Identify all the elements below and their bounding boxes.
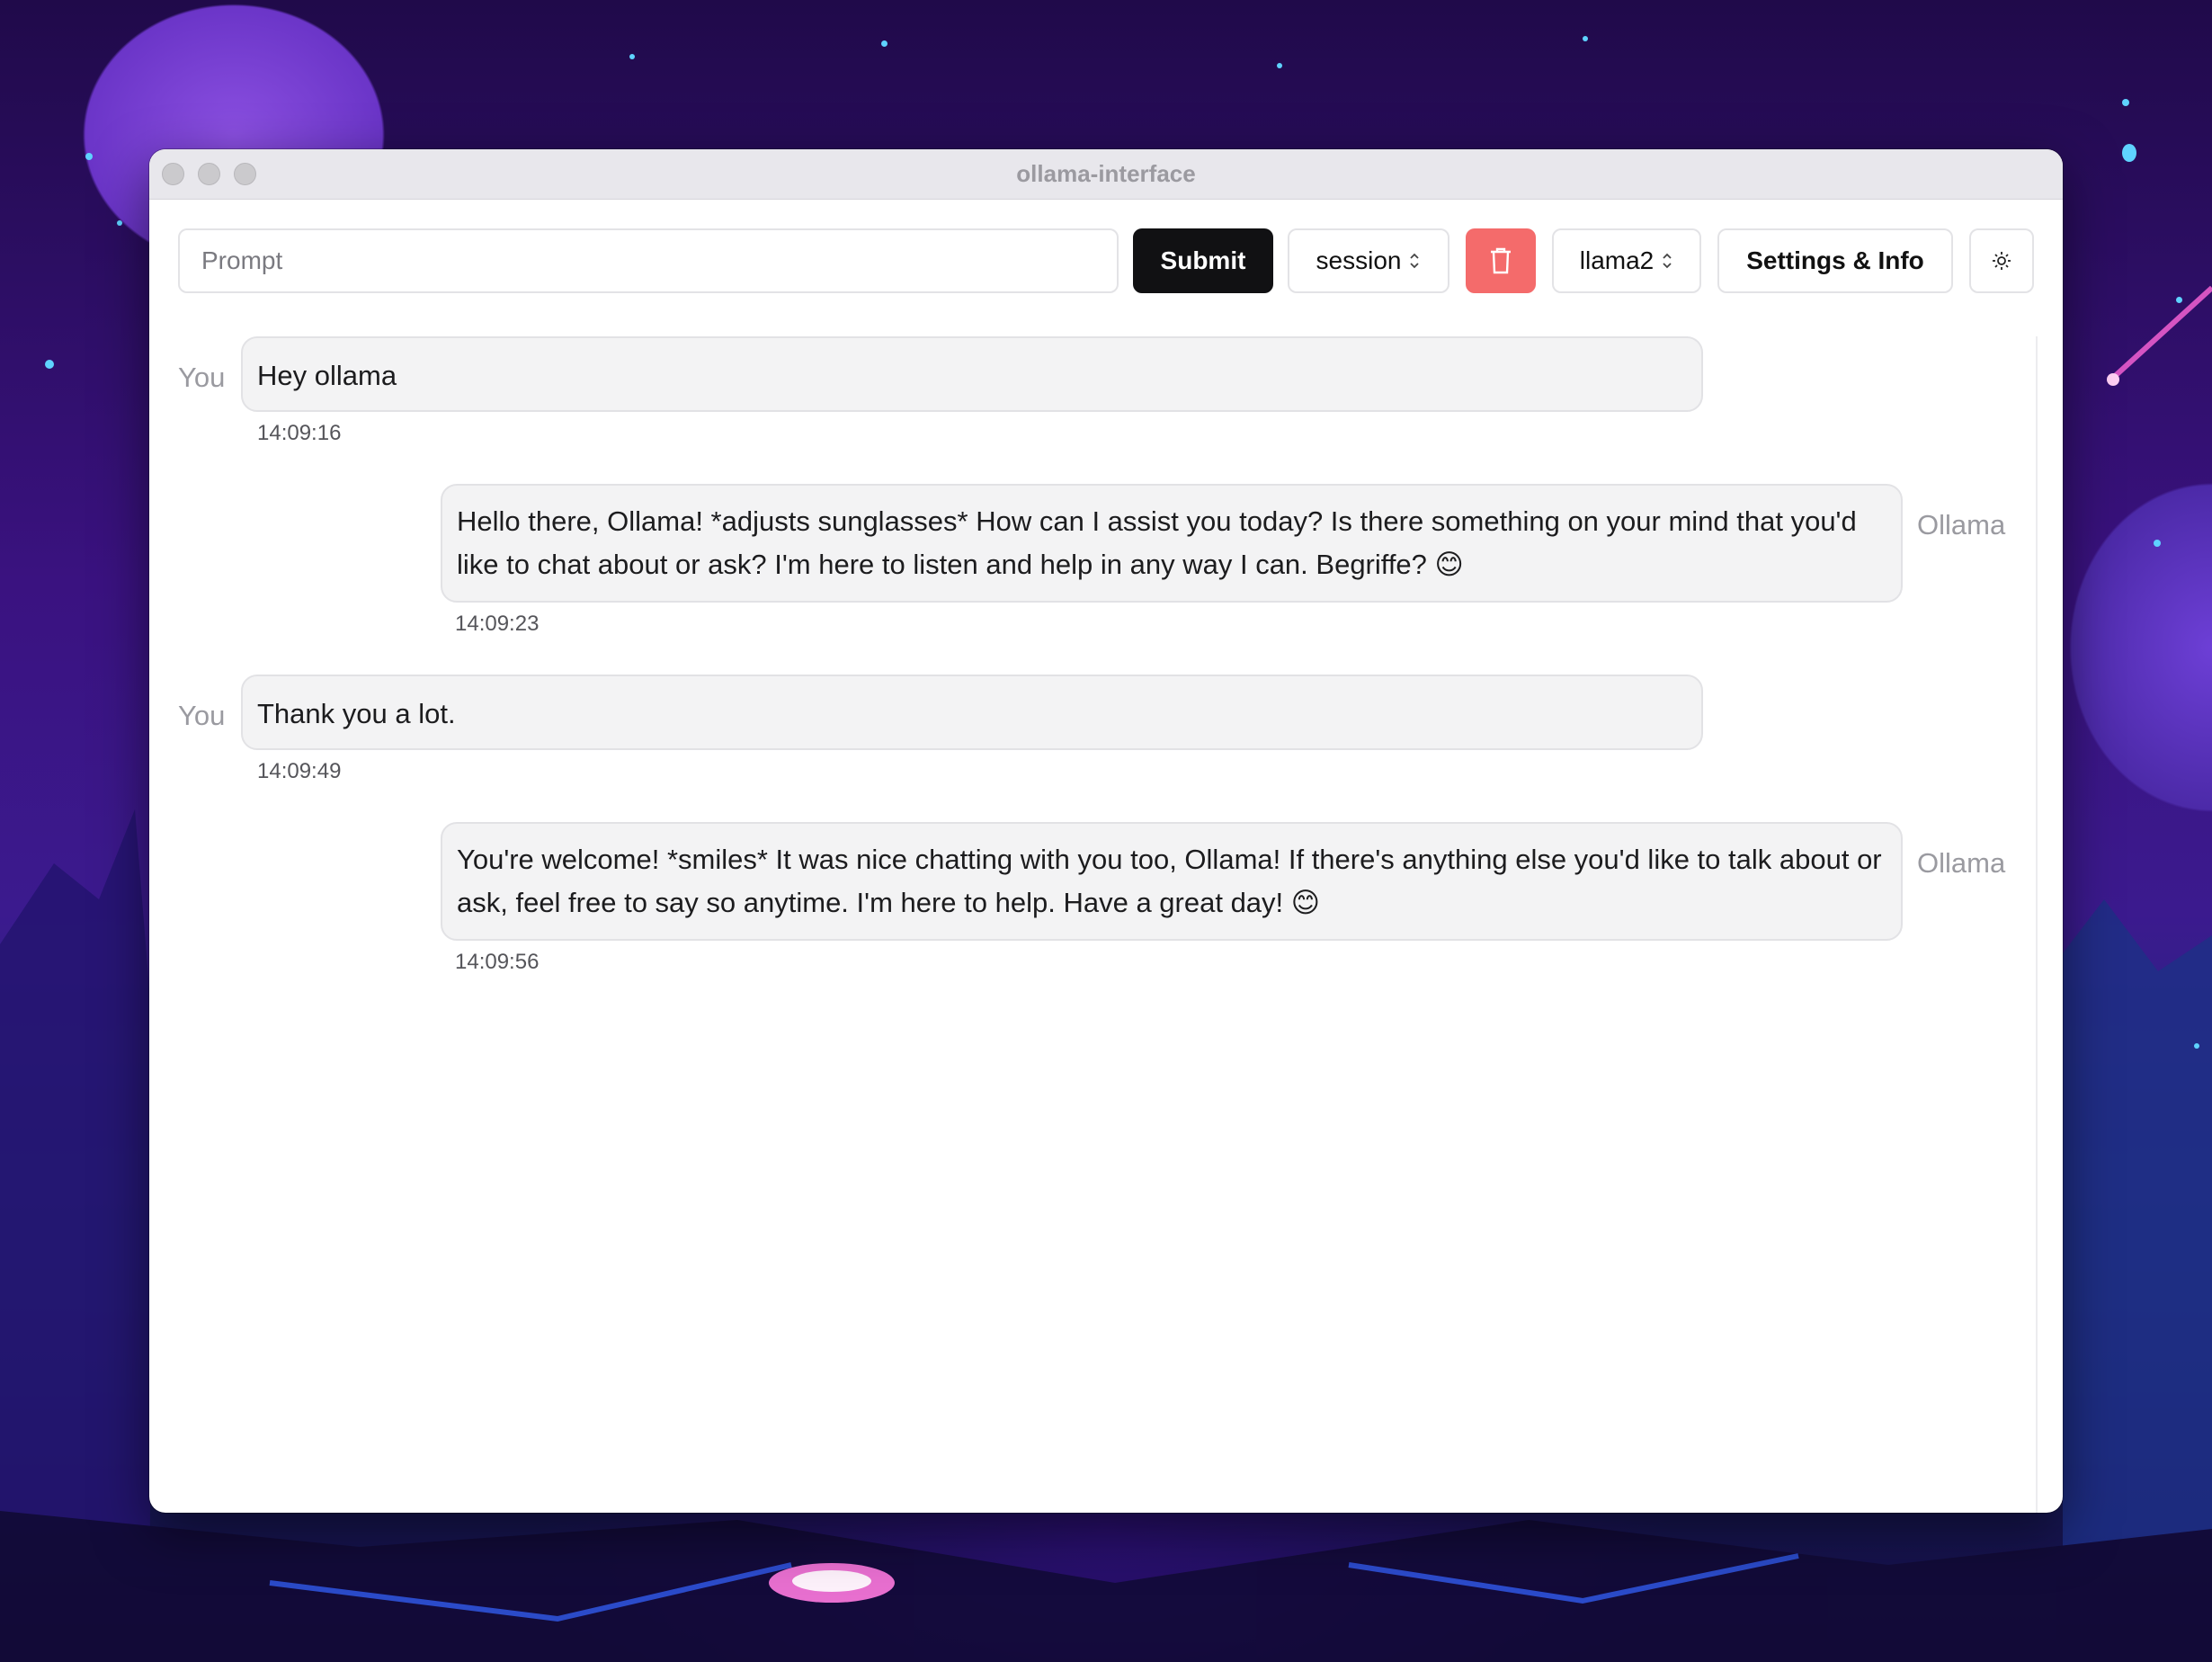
minimize-window-button[interactable] bbox=[198, 163, 220, 185]
close-window-button[interactable] bbox=[162, 163, 184, 185]
trash-icon bbox=[1491, 247, 1511, 274]
settings-info-button[interactable]: Settings & Info bbox=[1717, 228, 1953, 293]
message-bubble: Hello there, Ollama! *adjusts sunglasses… bbox=[441, 484, 1903, 603]
message-bubble: You're welcome! *smiles* It was nice cha… bbox=[441, 822, 1903, 941]
window-title: ollama-interface bbox=[1016, 160, 1196, 187]
message-bubble: Thank you a lot. bbox=[241, 675, 1703, 750]
message-timestamp: 14:09:23 bbox=[455, 612, 540, 636]
message-author: You bbox=[178, 700, 226, 731]
session-select-label: session bbox=[1316, 246, 1402, 274]
title-bar: ollama-interface bbox=[149, 149, 2063, 200]
session-select[interactable]: session bbox=[1288, 228, 1449, 293]
chevron-updown-icon bbox=[1410, 253, 1420, 269]
toolbar: Submit session llama2 Settings & Info bbox=[178, 228, 2034, 295]
message-author: You bbox=[178, 362, 226, 393]
prompt-input[interactable] bbox=[178, 228, 1119, 293]
model-select[interactable]: llama2 bbox=[1552, 228, 1701, 293]
message-timestamp: 14:09:49 bbox=[257, 759, 342, 783]
app-window: ollama-interface Submit session llama2 bbox=[149, 149, 2063, 1513]
delete-session-button[interactable] bbox=[1466, 228, 1536, 293]
theme-toggle-button[interactable] bbox=[1969, 228, 2034, 293]
chevron-updown-icon bbox=[1663, 253, 1672, 269]
model-select-label: llama2 bbox=[1579, 246, 1655, 274]
message-timestamp: 14:09:56 bbox=[455, 950, 540, 974]
message-timestamp: 14:09:16 bbox=[257, 421, 342, 445]
message-author: Ollama bbox=[1917, 847, 2006, 879]
scrollbar-track[interactable] bbox=[2036, 336, 2038, 1513]
sun-icon bbox=[1993, 252, 2011, 270]
submit-button[interactable]: Submit bbox=[1133, 228, 1273, 293]
message-bubble: Hey ollama bbox=[241, 336, 1703, 412]
window-controls bbox=[162, 163, 256, 185]
zoom-window-button[interactable] bbox=[234, 163, 256, 185]
message-author: Ollama bbox=[1917, 509, 2006, 541]
